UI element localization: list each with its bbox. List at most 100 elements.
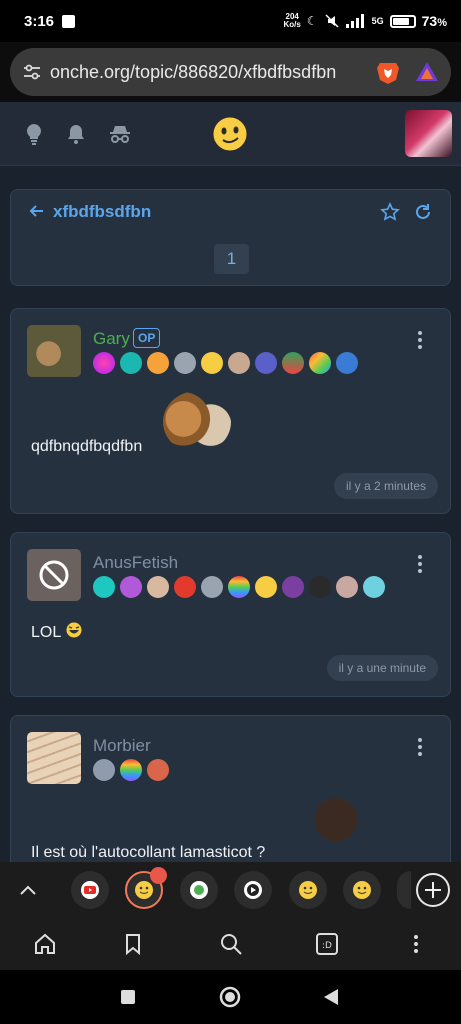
post-author[interactable]: Gary	[93, 329, 130, 349]
badge-icon	[93, 759, 115, 781]
home-icon[interactable]	[33, 932, 57, 956]
smiley-icon	[353, 881, 371, 899]
badge-icon	[309, 576, 331, 598]
battery-icon	[389, 14, 416, 28]
badge-icon	[147, 352, 169, 374]
laughing-smiley-icon	[65, 621, 83, 639]
badge-icon	[120, 759, 142, 781]
mute-icon	[325, 14, 339, 28]
battery-percent: 73%	[421, 13, 447, 29]
post-author[interactable]: AnusFetish	[93, 553, 178, 573]
clock: 3:16	[24, 12, 55, 30]
tab-strip	[0, 862, 461, 918]
badge-icon	[255, 352, 277, 374]
badge-list	[93, 352, 358, 374]
star-icon[interactable]	[380, 202, 400, 222]
notification-icon	[62, 14, 76, 28]
post-content: Il est où l'autocollant lamasticot ?	[31, 844, 266, 861]
close-tab-icon[interactable]	[150, 867, 167, 884]
tab-item[interactable]	[289, 871, 327, 909]
signal-icon	[345, 14, 364, 28]
svg-text::D: :D	[322, 941, 332, 951]
badge-icon	[336, 576, 358, 598]
back-triangle-icon[interactable]	[322, 988, 340, 1006]
bookmark-icon[interactable]	[121, 932, 145, 956]
post-menu-icon[interactable]	[417, 555, 423, 575]
avatar[interactable]	[27, 325, 81, 377]
brave-shields-icon[interactable]	[375, 59, 401, 85]
badge-icon	[93, 352, 115, 374]
rat-sticker	[301, 798, 371, 860]
badge-icon	[120, 576, 142, 598]
plus-icon	[425, 882, 441, 898]
tab-item[interactable]	[180, 871, 218, 909]
tab-item[interactable]	[234, 871, 272, 909]
badge-icon	[282, 352, 304, 374]
badge-icon	[174, 352, 196, 374]
avatar[interactable]	[27, 549, 81, 601]
lightbulb-icon[interactable]	[22, 122, 46, 146]
site-logo-smiley-icon[interactable]	[212, 116, 248, 152]
smiley-icon	[135, 881, 153, 899]
search-icon[interactable]	[219, 932, 243, 956]
badge-icon	[147, 759, 169, 781]
sticker-icon	[190, 881, 208, 899]
badge-icon	[174, 576, 196, 598]
tab-onche-active[interactable]	[125, 867, 167, 909]
bell-icon[interactable]	[64, 122, 88, 146]
tab-item[interactable]	[343, 871, 381, 909]
home-circle-icon[interactable]	[219, 986, 241, 1008]
badge-icon	[363, 576, 385, 598]
post-card: Morbier Il est où l'autocollant lamastic…	[10, 715, 451, 875]
badge-list	[93, 759, 169, 781]
post-menu-icon[interactable]	[417, 738, 423, 758]
network-speed: 204 Ko/s	[283, 12, 301, 29]
address-bar[interactable]: onche.org/topic/886820/xfbdfbsdfbn	[10, 48, 451, 96]
tab-item-partial[interactable]	[397, 871, 411, 909]
badge-icon	[147, 576, 169, 598]
post-card: AnusFetish LOL il y a une minute	[10, 532, 451, 697]
smiley-icon	[299, 881, 317, 899]
post-author[interactable]: Morbier	[93, 736, 151, 756]
badge-icon	[201, 352, 223, 374]
browser-toolbar: onche.org/topic/886820/xfbdfbsdfbn	[0, 42, 461, 102]
forbidden-icon	[39, 560, 69, 590]
tab-youtube[interactable]	[71, 871, 109, 909]
moon-icon: ☾	[306, 14, 318, 28]
avatar[interactable]	[27, 732, 81, 784]
badge-icon	[228, 576, 250, 598]
post-timestamp[interactable]: il y a une minute	[326, 655, 438, 681]
badge-icon	[336, 352, 358, 374]
badge-icon	[309, 352, 331, 374]
badge-list	[93, 576, 385, 598]
network-type: 5G	[371, 16, 384, 26]
new-tab-button[interactable]	[416, 873, 450, 907]
page-button[interactable]: 1	[214, 244, 249, 274]
browser-bottom-bar: :D	[0, 918, 461, 970]
post-card: Gary OP qdfbnqdfbqdfbn il y a 2 minutes	[10, 308, 451, 514]
chevron-up-icon[interactable]	[18, 880, 38, 900]
back-arrow-icon[interactable]	[29, 203, 45, 219]
youtube-icon	[81, 881, 99, 899]
status-bar: 3:16 204 Ko/s ☾ 5G 73%	[0, 0, 461, 42]
badge-icon	[201, 576, 223, 598]
system-navigation-bar	[0, 970, 461, 1024]
badge-icon	[228, 352, 250, 374]
badge-icon	[93, 576, 115, 598]
topic-header-card: xfbdfbsdfbn 1	[10, 189, 451, 286]
refresh-icon[interactable]	[413, 202, 433, 222]
recents-icon[interactable]	[120, 989, 136, 1005]
post-content: LOL	[31, 621, 83, 642]
post-menu-icon[interactable]	[417, 331, 423, 351]
site-settings-icon[interactable]	[22, 62, 42, 82]
tabs-icon[interactable]: :D	[315, 932, 339, 956]
url-text[interactable]: onche.org/topic/886820/xfbdfbsdfbn	[50, 62, 355, 83]
more-options-icon[interactable]	[404, 932, 428, 956]
post-timestamp[interactable]: il y a 2 minutes	[333, 473, 438, 499]
topic-title: xfbdfbsdfbn	[53, 202, 152, 221]
user-avatar[interactable]	[405, 110, 452, 157]
badge-icon	[282, 576, 304, 598]
incognito-icon[interactable]	[108, 122, 132, 146]
play-icon	[244, 881, 262, 899]
brave-rewards-icon[interactable]	[415, 60, 439, 84]
